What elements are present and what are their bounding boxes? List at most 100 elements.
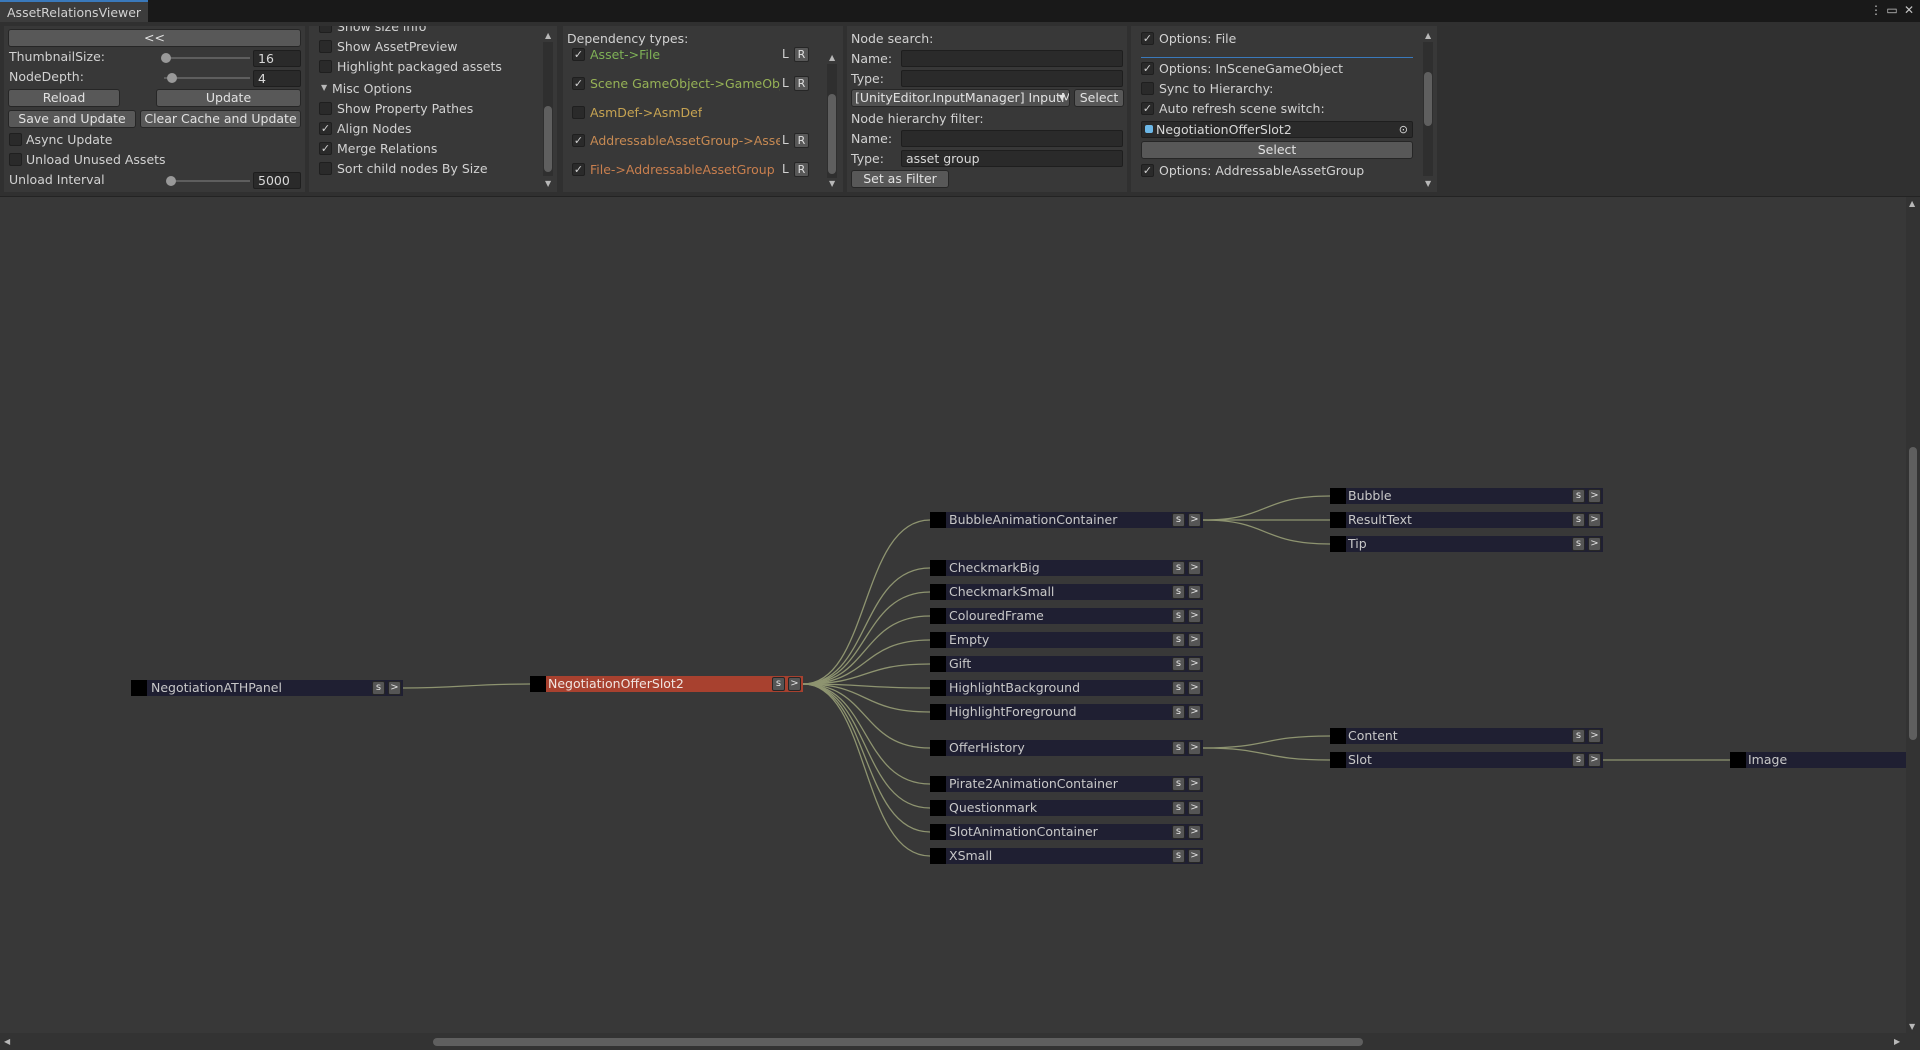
close-icon[interactable]: ✕ — [1902, 3, 1916, 17]
graph-node[interactable]: OfferHistory s > — [930, 740, 1203, 756]
node-select-button[interactable]: s — [1572, 753, 1585, 767]
node-select-button[interactable]: s — [1572, 513, 1585, 527]
graph-node[interactable]: HighlightBackground s > — [930, 680, 1203, 696]
options-select-button[interactable]: Select — [1141, 141, 1413, 159]
node-expand-button[interactable]: > — [1188, 633, 1201, 647]
node-select-button[interactable]: s — [1172, 681, 1185, 695]
node-select-button[interactable]: s — [1572, 489, 1585, 503]
dep-scene-gameobject-checkbox[interactable]: ✓ — [572, 77, 585, 90]
dependency-types-scroll-thumb[interactable] — [828, 94, 836, 174]
dep-addressable-group-asset-r-button[interactable]: R — [794, 133, 809, 148]
node-expand-button[interactable]: > — [788, 677, 801, 691]
unload-interval-input[interactable]: 5000 — [253, 172, 301, 189]
graph-node[interactable]: BubbleAnimationContainer s > — [930, 512, 1203, 528]
node-select-button[interactable]: s — [1172, 825, 1185, 839]
node-expand-button[interactable]: > — [1188, 801, 1201, 815]
graph-node[interactable]: Pirate2AnimationContainer s > — [930, 776, 1203, 792]
scroll-right-icon[interactable]: ▶ — [1894, 1038, 1900, 1046]
window-tab[interactable]: AssetRelationsViewer — [0, 0, 149, 22]
scroll-left-icon[interactable]: ◀ — [4, 1038, 10, 1046]
hierarchy-type-input[interactable]: asset group — [901, 150, 1123, 167]
show-property-pathes-checkbox[interactable] — [319, 102, 332, 115]
graph-node[interactable]: Questionmark s > — [930, 800, 1203, 816]
dep-scene-gameobject-r-button[interactable]: R — [794, 76, 809, 91]
node-select-button[interactable]: s — [1172, 513, 1185, 527]
object-picker-icon[interactable]: ⊙ — [1399, 122, 1408, 137]
graph-node[interactable]: ColouredFrame s > — [930, 608, 1203, 624]
thumbnail-size-slider-thumb[interactable] — [161, 53, 171, 63]
dep-asset-file-l[interactable]: L — [782, 47, 789, 61]
search-select-button[interactable]: Select — [1074, 89, 1124, 107]
node-expand-button[interactable]: > — [1588, 489, 1601, 503]
show-size-info-checkbox[interactable] — [319, 26, 332, 33]
node-expand-button[interactable]: > — [1588, 729, 1601, 743]
sort-child-nodes-checkbox[interactable] — [319, 162, 332, 175]
graph-node[interactable]: SlotAnimationContainer s > — [930, 824, 1203, 840]
node-select-button[interactable]: s — [1172, 657, 1185, 671]
graph-node[interactable]: Gift s > — [930, 656, 1203, 672]
node-expand-button[interactable]: > — [1188, 585, 1201, 599]
graph-horizontal-scrollbar[interactable]: ◀ ▶ — [0, 1033, 1920, 1050]
graph-node[interactable]: NegotiationATHPanel s > — [131, 680, 403, 696]
graph-vertical-scroll-thumb[interactable] — [1909, 447, 1917, 740]
thumbnail-size-slider[interactable] — [164, 57, 250, 59]
node-select-button[interactable]: s — [1172, 801, 1185, 815]
options-scroll-thumb[interactable] — [1424, 72, 1432, 126]
node-expand-button[interactable]: > — [1188, 513, 1201, 527]
node-select-button[interactable]: s — [1572, 729, 1585, 743]
reload-button[interactable]: Reload — [8, 89, 120, 107]
node-select-button[interactable]: s — [1172, 609, 1185, 623]
dep-file-addressable-l[interactable]: L — [782, 162, 789, 176]
align-nodes-checkbox[interactable]: ✓ — [319, 122, 332, 135]
graph-node[interactable]: Content s > — [1330, 728, 1603, 744]
graph-node[interactable]: Tip s > — [1330, 536, 1603, 552]
dep-asset-file-r-button[interactable]: R — [794, 47, 809, 62]
node-expand-button[interactable]: > — [1588, 537, 1601, 551]
node-expand-button[interactable]: > — [1188, 681, 1201, 695]
search-type-input[interactable] — [901, 70, 1123, 87]
node-select-button[interactable]: s — [1172, 777, 1185, 791]
save-and-update-button[interactable]: Save and Update — [8, 110, 136, 128]
scroll-up-icon[interactable]: ▲ — [545, 32, 551, 40]
graph-vertical-scrollbar[interactable]: ▲ ▼ — [1906, 197, 1920, 1033]
node-select-button[interactable]: s — [1172, 561, 1185, 575]
scroll-up-icon[interactable]: ▲ — [1909, 200, 1915, 208]
node-expand-button[interactable]: > — [1588, 513, 1601, 527]
options-in-scene-checkbox[interactable]: ✓ — [1141, 62, 1154, 75]
update-button[interactable]: Update — [156, 89, 301, 107]
scroll-down-icon[interactable]: ▼ — [1425, 180, 1431, 188]
scroll-down-icon[interactable]: ▼ — [829, 180, 835, 188]
node-select-button[interactable]: s — [772, 677, 785, 691]
node-expand-button[interactable]: > — [1188, 609, 1201, 623]
node-expand-button[interactable]: > — [1188, 741, 1201, 755]
graph-node[interactable]: Slot s > — [1330, 752, 1603, 768]
graph-node[interactable]: HighlightForeground s > — [930, 704, 1203, 720]
auto-refresh-checkbox[interactable]: ✓ — [1141, 102, 1154, 115]
node-select-button[interactable]: s — [372, 681, 385, 695]
graph-node[interactable]: ResultText s > — [1330, 512, 1603, 528]
node-depth-input[interactable]: 4 — [253, 70, 301, 87]
set-as-filter-button[interactable]: Set as Filter — [851, 170, 949, 188]
scroll-down-icon[interactable]: ▼ — [1909, 1023, 1915, 1031]
scroll-down-icon[interactable]: ▼ — [545, 180, 551, 188]
node-expand-button[interactable]: > — [1188, 561, 1201, 575]
unload-unused-checkbox[interactable] — [9, 153, 22, 166]
object-field[interactable]: NegotiationOfferSlot2 ⊙ — [1141, 121, 1413, 138]
show-asset-preview-checkbox[interactable] — [319, 40, 332, 53]
dep-addressable-group-asset-l[interactable]: L — [782, 133, 789, 147]
node-select-button[interactable]: s — [1172, 633, 1185, 647]
node-select-button[interactable]: s — [1172, 585, 1185, 599]
foldout-arrow-icon[interactable]: ▼ — [321, 83, 327, 92]
async-update-checkbox[interactable] — [9, 133, 22, 146]
dep-addressable-group-asset-checkbox[interactable]: ✓ — [572, 134, 585, 147]
graph-canvas[interactable]: NegotiationATHPanel s > NegotiationOffer… — [0, 197, 1920, 1033]
dep-asmdef-checkbox[interactable] — [572, 106, 585, 119]
dep-file-addressable-checkbox[interactable]: ✓ — [572, 163, 585, 176]
search-name-input[interactable] — [901, 50, 1123, 67]
sync-hierarchy-checkbox[interactable] — [1141, 82, 1154, 95]
hierarchy-name-input[interactable] — [901, 130, 1123, 147]
dep-asset-file-checkbox[interactable]: ✓ — [572, 48, 585, 61]
graph-node[interactable]: CheckmarkSmall s > — [930, 584, 1203, 600]
scroll-up-icon[interactable]: ▲ — [829, 54, 835, 62]
graph-node[interactable]: CheckmarkBig s > — [930, 560, 1203, 576]
